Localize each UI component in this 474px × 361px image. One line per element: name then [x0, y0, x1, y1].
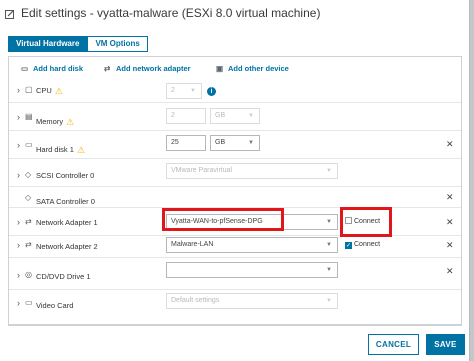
warning-triangle-icon: ⚠: [66, 117, 75, 127]
network-adapter-2-row: › ⇄ Network Adapter 2 Malware-LAN ▼ ✓ Conn…: [9, 235, 461, 257]
hard-disk-row: › ▭ Hard disk 1 ⚠ 25 GB ▼ ✕: [9, 130, 461, 158]
virtual-hardware-panel: ▭ Add hard disk ⇄ Add network adapter ▣ Add…: [8, 56, 462, 326]
add-network-adapter-label: Add network adapter: [116, 64, 191, 73]
chevron-down-icon: ▼: [248, 113, 254, 119]
chevron-down-icon: ▼: [326, 219, 332, 225]
edit-settings-dialog: Edit settings - vyatta-malware (ESXi 8.0…: [0, 0, 470, 361]
expand-caret-icon[interactable]: ›: [17, 85, 20, 95]
info-icon[interactable]: i: [207, 87, 216, 96]
expand-caret-icon[interactable]: ›: [17, 170, 20, 180]
network-adapter-2-select[interactable]: Malware-LAN ▼: [166, 237, 338, 253]
highlight-connect-checkbox-box: [340, 207, 392, 237]
add-other-device-label: Add other device: [228, 64, 289, 73]
network-adapter-2-value: Malware-LAN: [171, 241, 214, 248]
checkbox-checked-icon: ✓: [345, 242, 352, 249]
window-background: Edit settings - vyatta-malware (ESXi 8.0…: [0, 0, 474, 361]
chevron-down-icon: ▼: [326, 298, 332, 304]
chevron-down-icon: ▼: [326, 168, 332, 174]
dialog-titlebar: Edit settings - vyatta-malware (ESXi 8.0…: [0, 0, 470, 28]
monitor-icon: ▭: [25, 298, 33, 307]
cd-dvd-drive-row: › ◎ CD/DVD Drive 1 ▼ ✕: [9, 257, 461, 289]
controller-icon: ◇: [25, 193, 32, 202]
video-card-label: Video Card: [36, 301, 74, 310]
video-card-value: Default settings: [171, 297, 220, 304]
hard-disk-size-input[interactable]: 25: [166, 135, 206, 151]
memory-size-value: 2: [171, 112, 175, 119]
cd-dvd-drive-label: CD/DVD Drive 1: [36, 272, 91, 281]
expand-caret-icon[interactable]: ›: [17, 112, 20, 122]
disc-icon: ◎: [25, 270, 32, 279]
add-hard-disk-button[interactable]: ▭ Add hard disk: [21, 64, 83, 73]
add-hard-disk-label: Add hard disk: [33, 64, 84, 73]
cpu-icon: ▢: [25, 85, 33, 94]
warning-triangle-icon: ⚠: [54, 86, 63, 96]
remove-cd-dvd-close-icon[interactable]: ✕: [446, 266, 454, 277]
add-network-adapter-button[interactable]: ⇄ Add network adapter: [104, 64, 191, 73]
expand-caret-icon[interactable]: ›: [17, 240, 20, 250]
remove-network-adapter-1-close-icon[interactable]: ✕: [446, 217, 454, 228]
warning-triangle-icon: ⚠: [76, 145, 86, 155]
tab-virtual-hardware[interactable]: Virtual Hardware: [8, 36, 88, 52]
memory-row: › ▤ Memory ⚠ 2 GB ▼: [9, 102, 461, 130]
network-adapter-icon: ⇄: [25, 217, 32, 226]
hard-disk-size-value: 25: [171, 139, 179, 146]
add-device-toolbar: ▭ Add hard disk ⇄ Add network adapter ▣ Add…: [9, 57, 461, 79]
cpu-row: › ▢ CPU ⚠ 2 ▼ i: [9, 79, 461, 102]
tab-bar: Virtual Hardware VM Options: [8, 36, 148, 52]
dialog-title: Edit settings - vyatta-malware (ESXi 8.0…: [21, 6, 321, 20]
hard-disk-icon: ▭: [21, 64, 29, 73]
hard-disk-label: Hard disk 1: [36, 145, 74, 154]
remove-hard-disk-close-icon[interactable]: ✕: [446, 139, 454, 150]
network-adapter-icon: ⇄: [25, 240, 32, 249]
remove-sata-close-icon[interactable]: ✕: [446, 192, 454, 203]
save-button[interactable]: SAVE: [426, 334, 465, 355]
remove-network-adapter-2-close-icon[interactable]: ✕: [446, 240, 454, 251]
cpu-count-select[interactable]: 2 ▼: [166, 83, 202, 99]
tab-vm-options[interactable]: VM Options: [87, 36, 148, 52]
cpu-count-value: 2: [171, 87, 175, 94]
edit-settings-icon: [5, 9, 15, 19]
expand-caret-icon[interactable]: ›: [17, 270, 20, 280]
hard-disk-unit-value: GB: [215, 139, 226, 146]
scsi-controller-row: › ◇ SCSI Controller 0 VMware Paravirtual…: [9, 158, 461, 186]
video-card-select[interactable]: Default settings ▼: [166, 293, 338, 309]
add-other-device-button[interactable]: ▣ Add other device: [216, 64, 289, 73]
sata-controller-row: ◇ SATA Controller 0 ✕: [9, 186, 461, 207]
network-adapter-2-connect-checkbox[interactable]: ✓ Connect: [345, 241, 380, 249]
cancel-button[interactable]: CANCEL: [368, 334, 419, 355]
network-adapter-icon: ⇄: [104, 64, 111, 73]
network-adapter-1-label: Network Adapter 1: [36, 218, 98, 227]
cd-dvd-drive-select[interactable]: ▼: [166, 262, 338, 278]
sata-controller-label: SATA Controller 0: [36, 197, 95, 206]
expand-caret-icon[interactable]: ›: [17, 140, 20, 150]
expand-caret-icon[interactable]: ›: [17, 298, 20, 308]
memory-unit-value: GB: [215, 112, 226, 119]
chevron-down-icon: ▼: [326, 242, 332, 248]
memory-size-input[interactable]: 2: [166, 108, 206, 124]
hard-disk-icon: ▭: [25, 140, 33, 149]
scsi-controller-label: SCSI Controller 0: [36, 171, 95, 180]
highlight-network-adapter-1-box: [162, 208, 284, 231]
chevron-down-icon: ▼: [326, 267, 332, 273]
connect-label: Connect: [354, 241, 381, 248]
memory-label: Memory: [36, 117, 64, 126]
controller-icon: ◇: [25, 170, 32, 179]
scsi-type-select[interactable]: VMware Paravirtual ▼: [166, 163, 338, 179]
scsi-type-value: VMware Paravirtual: [171, 167, 233, 174]
video-card-row: › ▭ Video Card Default settings ▼: [9, 289, 461, 315]
memory-icon: ▤: [25, 112, 33, 121]
chevron-down-icon: ▼: [190, 88, 196, 94]
hard-disk-unit-select[interactable]: GB ▼: [210, 135, 260, 151]
network-adapter-2-label: Network Adapter 2: [36, 242, 98, 251]
device-icon: ▣: [216, 64, 224, 73]
cpu-label: CPU: [36, 86, 52, 95]
memory-unit-select[interactable]: GB ▼: [210, 108, 260, 124]
expand-caret-icon[interactable]: ›: [17, 217, 20, 227]
chevron-down-icon: ▼: [248, 140, 254, 146]
